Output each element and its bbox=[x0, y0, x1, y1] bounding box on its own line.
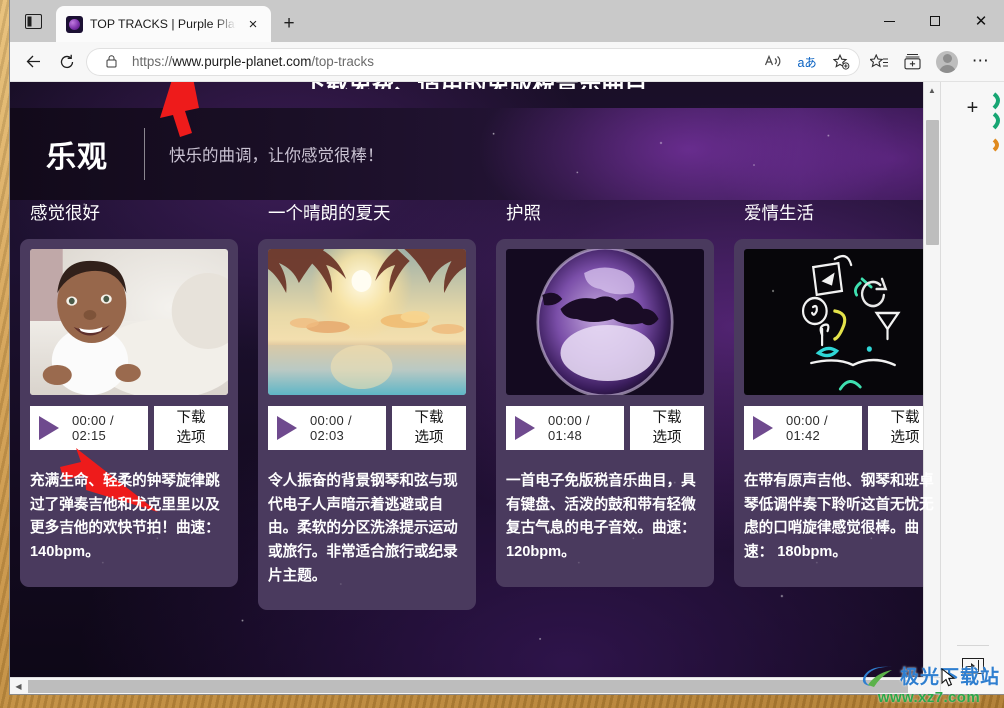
audio-player: 00:00 / 02:15 下载 选项 bbox=[30, 406, 228, 450]
ellipsis-icon: ⋯ bbox=[971, 51, 991, 71]
site-favicon-icon bbox=[66, 15, 83, 33]
browser-content-area: 下载免费、适用的免版税音乐曲目 乐观 快乐的曲调，让你感觉很棒！ 感觉很好 bbox=[10, 82, 1004, 694]
track-card: 00:00 / 01:48 下载 选项 一首电子免版税音乐曲目，具有键盘、活泼的… bbox=[496, 239, 714, 587]
track-card-column: 一个晴朗的夏天 00:00 / 02:03 下载 选项 令人振奋的背景钢琴和弦与… bbox=[248, 200, 486, 611]
track-title: 护照 bbox=[506, 203, 541, 223]
play-bar[interactable]: 00:00 / 01:42 bbox=[744, 406, 862, 450]
side-panel-divider bbox=[956, 645, 989, 646]
download-options-button[interactable]: 下载 选项 bbox=[630, 406, 704, 450]
url-scheme: https:// bbox=[132, 54, 173, 69]
play-bar[interactable]: 00:00 / 02:15 bbox=[30, 406, 148, 450]
track-card-column: 护照 00:00 / 01:48 下载 选项 一首电子免版税音乐曲目，具有键盘、… bbox=[486, 200, 724, 610]
web-page-viewport: 下载免费、适用的免版税音乐曲目 乐观 快乐的曲调，让你感觉很棒！ 感觉很好 bbox=[10, 82, 940, 694]
add-favorite-icon[interactable] bbox=[828, 49, 854, 75]
mouse-cursor bbox=[941, 668, 956, 687]
play-icon[interactable] bbox=[753, 416, 773, 440]
new-tab-button[interactable]: + bbox=[271, 6, 307, 42]
track-card-column: 感觉很好 00:00 / 02:15 下载 选项 充满生命、轻柔的钟琴旋律跳过了… bbox=[10, 200, 248, 610]
audio-player: 00:00 / 01:42 下载 选项 bbox=[744, 406, 940, 450]
play-bar[interactable]: 00:00 / 02:03 bbox=[268, 406, 386, 450]
horizontal-scrollbar-thumb[interactable] bbox=[28, 679, 908, 693]
track-time: 00:00 / 01:48 bbox=[548, 413, 590, 443]
tab-title: TOP TRACKS | Purple Planet Mus bbox=[90, 17, 236, 31]
track-card-column: 爱情生活 00:00 / 01:42 下载 选项 在带有原声吉他、钢琴和班卓琴低… bbox=[724, 200, 940, 610]
track-time: 00:00 / 02:15 bbox=[72, 413, 114, 443]
category-banner: 乐观 快乐的曲调，让你感觉很棒！ bbox=[10, 108, 940, 200]
track-description: 一首电子免版税音乐曲目，具有键盘、活泼的鼓和带有轻微复古气息的电子音效。曲速：1… bbox=[506, 473, 696, 560]
download-label-line2: 选项 bbox=[176, 430, 206, 446]
play-icon[interactable] bbox=[515, 416, 535, 440]
download-label-line2: 选项 bbox=[890, 430, 920, 446]
category-title: 乐观 bbox=[46, 141, 108, 174]
download-label-line1: 下载 bbox=[890, 410, 920, 426]
vertical-scrollbar-thumb[interactable] bbox=[926, 120, 939, 245]
expand-side-panel-button[interactable] bbox=[961, 658, 984, 674]
page-hero-heading: 下载免费、适用的免版税音乐曲目 bbox=[10, 82, 940, 89]
window-controls: ✕ bbox=[866, 0, 1004, 42]
translate-icon[interactable]: aあ bbox=[794, 49, 820, 75]
download-label-line2: 选项 bbox=[652, 430, 682, 446]
minimize-button[interactable] bbox=[866, 0, 912, 42]
download-label-line1: 下载 bbox=[414, 410, 444, 426]
track-time: 00:00 / 01:42 bbox=[786, 413, 828, 443]
browser-window: TOP TRACKS | Purple Planet Mus × + ✕ htt… bbox=[10, 0, 1004, 694]
track-description: 在带有原声吉他、钢琴和班卓琴低调伴奏下聆听这首无忧无虑的口哨旋律感觉很棒。曲速：… bbox=[744, 473, 934, 560]
track-card: 00:00 / 01:42 下载 选项 在带有原声吉他、钢琴和班卓琴低调伴奏下聆… bbox=[734, 239, 940, 587]
address-bar-url: https://www.purple-planet.com/top-tracks bbox=[132, 54, 752, 69]
close-icon: ✕ bbox=[974, 12, 988, 30]
track-title: 感觉很好 bbox=[30, 203, 100, 223]
settings-and-more-button[interactable]: ⋯ bbox=[966, 47, 996, 77]
download-label-line1: 下载 bbox=[652, 410, 682, 426]
read-aloud-icon[interactable] bbox=[760, 49, 786, 75]
reload-button[interactable] bbox=[52, 47, 82, 77]
browser-side-panel: + bbox=[940, 82, 1004, 694]
tab-actions-icon[interactable] bbox=[10, 0, 56, 42]
download-label-line2: 选项 bbox=[414, 430, 444, 446]
track-card: 00:00 / 02:15 下载 选项 充满生命、轻柔的钟琴旋律跳过了弹奏吉他和… bbox=[20, 239, 238, 587]
track-description: 充满生命、轻柔的钟琴旋律跳过了弹奏吉他和尤克里里以及更多吉他的欢快节拍！曲速：1… bbox=[30, 473, 220, 560]
close-tab-icon[interactable]: × bbox=[243, 14, 263, 34]
collections-button[interactable] bbox=[898, 47, 928, 77]
category-subtitle: 快乐的曲调，让你感觉很棒！ bbox=[169, 147, 384, 165]
banner-divider bbox=[144, 128, 145, 180]
lock-icon bbox=[98, 49, 124, 75]
track-title: 一个晴朗的夏天 bbox=[268, 203, 391, 223]
track-thumbnail-baby-smiling-photo[interactable] bbox=[30, 249, 228, 395]
download-options-button[interactable]: 下载 选项 bbox=[154, 406, 228, 450]
address-bar[interactable]: https://www.purple-planet.com/top-tracks… bbox=[86, 47, 860, 76]
scroll-up-arrow[interactable]: ▲ bbox=[924, 82, 940, 99]
page-horizontal-scrollbar[interactable]: ◀ bbox=[10, 677, 940, 694]
play-bar[interactable]: 00:00 / 01:48 bbox=[506, 406, 624, 450]
favorites-button[interactable] bbox=[864, 47, 894, 77]
profile-button[interactable] bbox=[932, 47, 962, 77]
track-description: 令人振奋的背景钢琴和弦与现代电子人声暗示着逃避或自由。柔软的分区洗涤提示运动或旅… bbox=[268, 473, 458, 584]
url-path: /top-tracks bbox=[311, 54, 374, 69]
track-grid: 感觉很好 00:00 / 02:15 下载 选项 充满生命、轻柔的钟琴旋律跳过了… bbox=[10, 200, 940, 611]
track-thumbnail-purple-globe-photo[interactable] bbox=[506, 249, 704, 395]
browser-tab[interactable]: TOP TRACKS | Purple Planet Mus × bbox=[56, 6, 271, 42]
purple-planet-page: 下载免费、适用的免版税音乐曲目 乐观 快乐的曲调，让你感觉很棒！ 感觉很好 bbox=[10, 82, 940, 694]
browser-nav-bar: https://www.purple-planet.com/top-tracks… bbox=[10, 42, 1004, 82]
add-side-panel-button[interactable]: + bbox=[967, 98, 979, 118]
track-thumbnail-neon-doodle-photo[interactable] bbox=[744, 249, 940, 395]
track-title: 爱情生活 bbox=[744, 203, 814, 223]
track-time: 00:00 / 02:03 bbox=[310, 413, 352, 443]
page-vertical-scrollbar[interactable]: ▲ ▼ bbox=[923, 82, 940, 694]
close-window-button[interactable]: ✕ bbox=[958, 0, 1004, 42]
track-thumbnail-tropical-sunset-photo[interactable] bbox=[268, 249, 466, 395]
maximize-button[interactable] bbox=[912, 0, 958, 42]
scroll-left-arrow[interactable]: ◀ bbox=[10, 682, 27, 691]
audio-player: 00:00 / 02:03 下载 选项 bbox=[268, 406, 466, 450]
audio-player: 00:00 / 01:48 下载 选项 bbox=[506, 406, 704, 450]
clipped-edge-graphic bbox=[992, 92, 1000, 152]
track-card: 00:00 / 02:03 下载 选项 令人振奋的背景钢琴和弦与现代电子人声暗示… bbox=[258, 239, 476, 611]
back-button[interactable] bbox=[18, 47, 48, 77]
play-icon[interactable] bbox=[39, 416, 59, 440]
avatar bbox=[936, 50, 958, 73]
url-host: www.purple-planet.com bbox=[172, 54, 312, 69]
download-options-button[interactable]: 下载 选项 bbox=[392, 406, 466, 450]
browser-title-bar: TOP TRACKS | Purple Planet Mus × + ✕ bbox=[10, 0, 1004, 42]
download-label-line1: 下载 bbox=[176, 410, 206, 426]
play-icon[interactable] bbox=[277, 416, 297, 440]
